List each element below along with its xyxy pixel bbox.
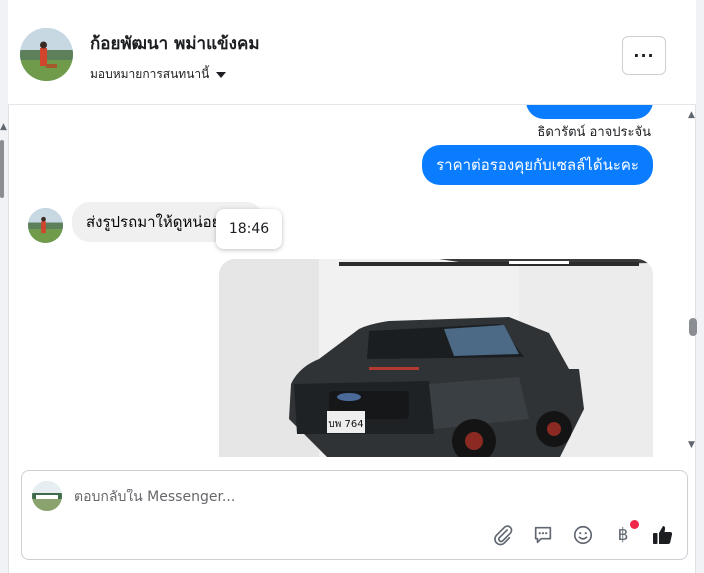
contact-name[interactable]: ก้อยพัฒนา พม่าแข้งคม	[90, 30, 260, 57]
composer-toolbar: ฿	[491, 520, 675, 547]
paperclip-icon	[494, 525, 513, 546]
message-list[interactable]: ธิดารัตน์ อาจประจัน ราคาต่อรองคุยกับเซลล…	[8, 105, 680, 457]
baht-icon: ฿	[617, 525, 629, 545]
saved-replies-button[interactable]	[531, 523, 555, 547]
reply-composer: ฿	[21, 470, 688, 560]
left-gutter	[0, 0, 8, 573]
chat-scrollbar-thumb[interactable]	[689, 318, 697, 336]
attach-button[interactable]	[491, 523, 515, 547]
shared-photo[interactable]: บพ 764	[219, 259, 653, 457]
more-options-button[interactable]: ···	[622, 36, 666, 75]
assign-conversation-dropdown[interactable]: มอบหมายการสนทนานี้	[90, 65, 227, 84]
notification-dot	[630, 520, 639, 529]
thumbs-up-icon	[653, 526, 673, 544]
timestamp-tooltip: 18:46	[216, 209, 282, 249]
message-text: ราคาต่อรองคุยกับเซลล์ได้นะคะ	[436, 156, 639, 174]
contact-avatar-small[interactable]	[28, 208, 63, 243]
more-icon: ···	[633, 46, 655, 65]
comment-icon	[534, 526, 552, 544]
reply-input[interactable]	[74, 489, 634, 505]
emoji-button[interactable]	[571, 523, 595, 547]
message-text: ส่งรูปรถมาให้ดูหน่อย	[86, 213, 221, 231]
contact-avatar[interactable]	[20, 28, 73, 81]
conversation-header: ก้อยพัฒนา พม่าแข้งคม มอบหมายการสนทนานี้ …	[8, 8, 696, 105]
svg-text:บพ 764: บพ 764	[328, 419, 363, 430]
outgoing-message-bubble[interactable]: ราคาต่อรองคุยกับเซลล์ได้นะคะ	[422, 145, 653, 185]
pickup-truck-photo: บพ 764	[219, 259, 653, 457]
chevron-down-icon	[216, 71, 227, 78]
payment-button[interactable]: ฿	[611, 520, 639, 547]
sender-name: ธิดารัตน์ อาจประจัน	[537, 125, 651, 140]
scroll-up-arrow[interactable]: ▲	[688, 110, 695, 120]
scroll-up-arrow-left[interactable]: ▲	[0, 122, 7, 132]
scroll-down-arrow[interactable]: ▼	[688, 440, 695, 450]
right-gutter	[696, 0, 704, 573]
outgoing-message-bubble[interactable]	[526, 105, 653, 119]
emoji-icon	[573, 525, 593, 545]
page-avatar	[32, 481, 62, 511]
like-button[interactable]	[651, 523, 675, 547]
page-scrollbar-thumb[interactable]	[0, 140, 4, 198]
assign-label: มอบหมายการสนทนานี้	[90, 67, 210, 81]
